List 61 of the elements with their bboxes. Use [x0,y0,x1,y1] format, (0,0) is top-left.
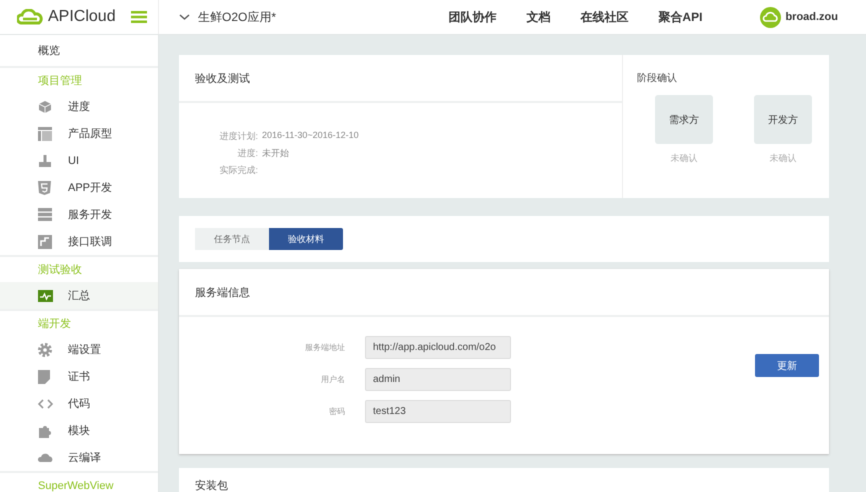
chevron-down-icon[interactable] [179,14,190,20]
menu-icon[interactable] [130,11,147,23]
nav-link[interactable]: 文档 [526,8,550,26]
input-field[interactable]: http://app.apicloud.com/o2o [365,336,511,359]
brush-icon [38,154,52,168]
brand-name: APICloud [48,8,116,26]
party-tile[interactable]: 需求方 [655,95,713,144]
cube-icon [38,100,52,114]
detail-value: 2016-11-30~2016-12-10 [262,130,359,142]
field-label: 密码 [328,406,345,417]
sidebar-item[interactable]: 产品原型 [0,120,158,147]
field-label: 服务端地址 [304,342,345,353]
pulse-chart-icon [38,290,53,302]
update-button[interactable]: 更新 [755,354,819,377]
tab[interactable]: 任务节点 [195,228,269,250]
sidebar-item[interactable]: 云编译 [0,444,158,471]
detail-value: 未开始 [262,147,289,160]
layout-icon [38,126,52,140]
sidebar-section-title: 项目管理 [37,74,83,89]
server-icon [38,208,52,221]
sidebar-item[interactable]: APP开发 [0,174,158,201]
avatar-icon[interactable] [760,6,782,28]
sidebar-item[interactable]: 证书 [0,363,158,390]
cloud-logo-icon [17,9,43,25]
tab[interactable]: 验收材料 [269,228,343,250]
sidebar-item[interactable]: 模块 [0,417,158,444]
certificate-icon [38,370,50,384]
user-name[interactable]: broad.zou [785,11,838,23]
field-label: 用户名 [320,374,345,385]
sidebar-item[interactable]: 进度 [0,93,158,120]
plug-icon [38,234,52,248]
detail-label: 实际完成: [218,164,258,177]
nav-link[interactable]: 聚合API [658,8,702,26]
status-text: 未确认 [670,152,698,165]
nav-link[interactable]: 团队协作 [448,8,496,26]
card-title: 阶段确认 [637,72,678,85]
sidebar-item[interactable]: UI [0,147,158,174]
gear-icon [38,342,52,356]
sidebar-item[interactable]: 端设置 [0,336,158,363]
card-title: 安装包 [195,478,229,492]
html5-icon [38,180,51,194]
detail-label: 进度: [236,147,258,160]
sidebar-item[interactable]: 概览 [0,35,158,68]
card-title: 服务端信息 [179,269,829,317]
input-field[interactable]: test123 [365,400,511,423]
sidebar-item[interactable]: 代码 [0,390,158,417]
puzzle-icon [38,424,52,438]
sidebar-section-title: SuperWebView [0,471,158,492]
sidebar-item[interactable]: 服务开发 [0,201,158,228]
detail-label: 进度计划: [218,130,258,143]
sidebar-item[interactable]: 接口联调 [0,228,158,255]
party-tile[interactable]: 开发方 [754,95,812,144]
nav-link[interactable]: 在线社区 [580,8,628,26]
sidebar-item[interactable]: 汇总 [0,282,158,309]
cloud-icon [38,453,53,462]
input-field[interactable]: admin [365,368,511,391]
sidebar-section-title: 端开发 [0,309,158,336]
card-title: 验收及测试 [179,55,622,103]
status-text: 未确认 [770,152,796,165]
code-icon [38,398,53,408]
project-name[interactable]: 生鲜O2O应用* [198,8,276,26]
